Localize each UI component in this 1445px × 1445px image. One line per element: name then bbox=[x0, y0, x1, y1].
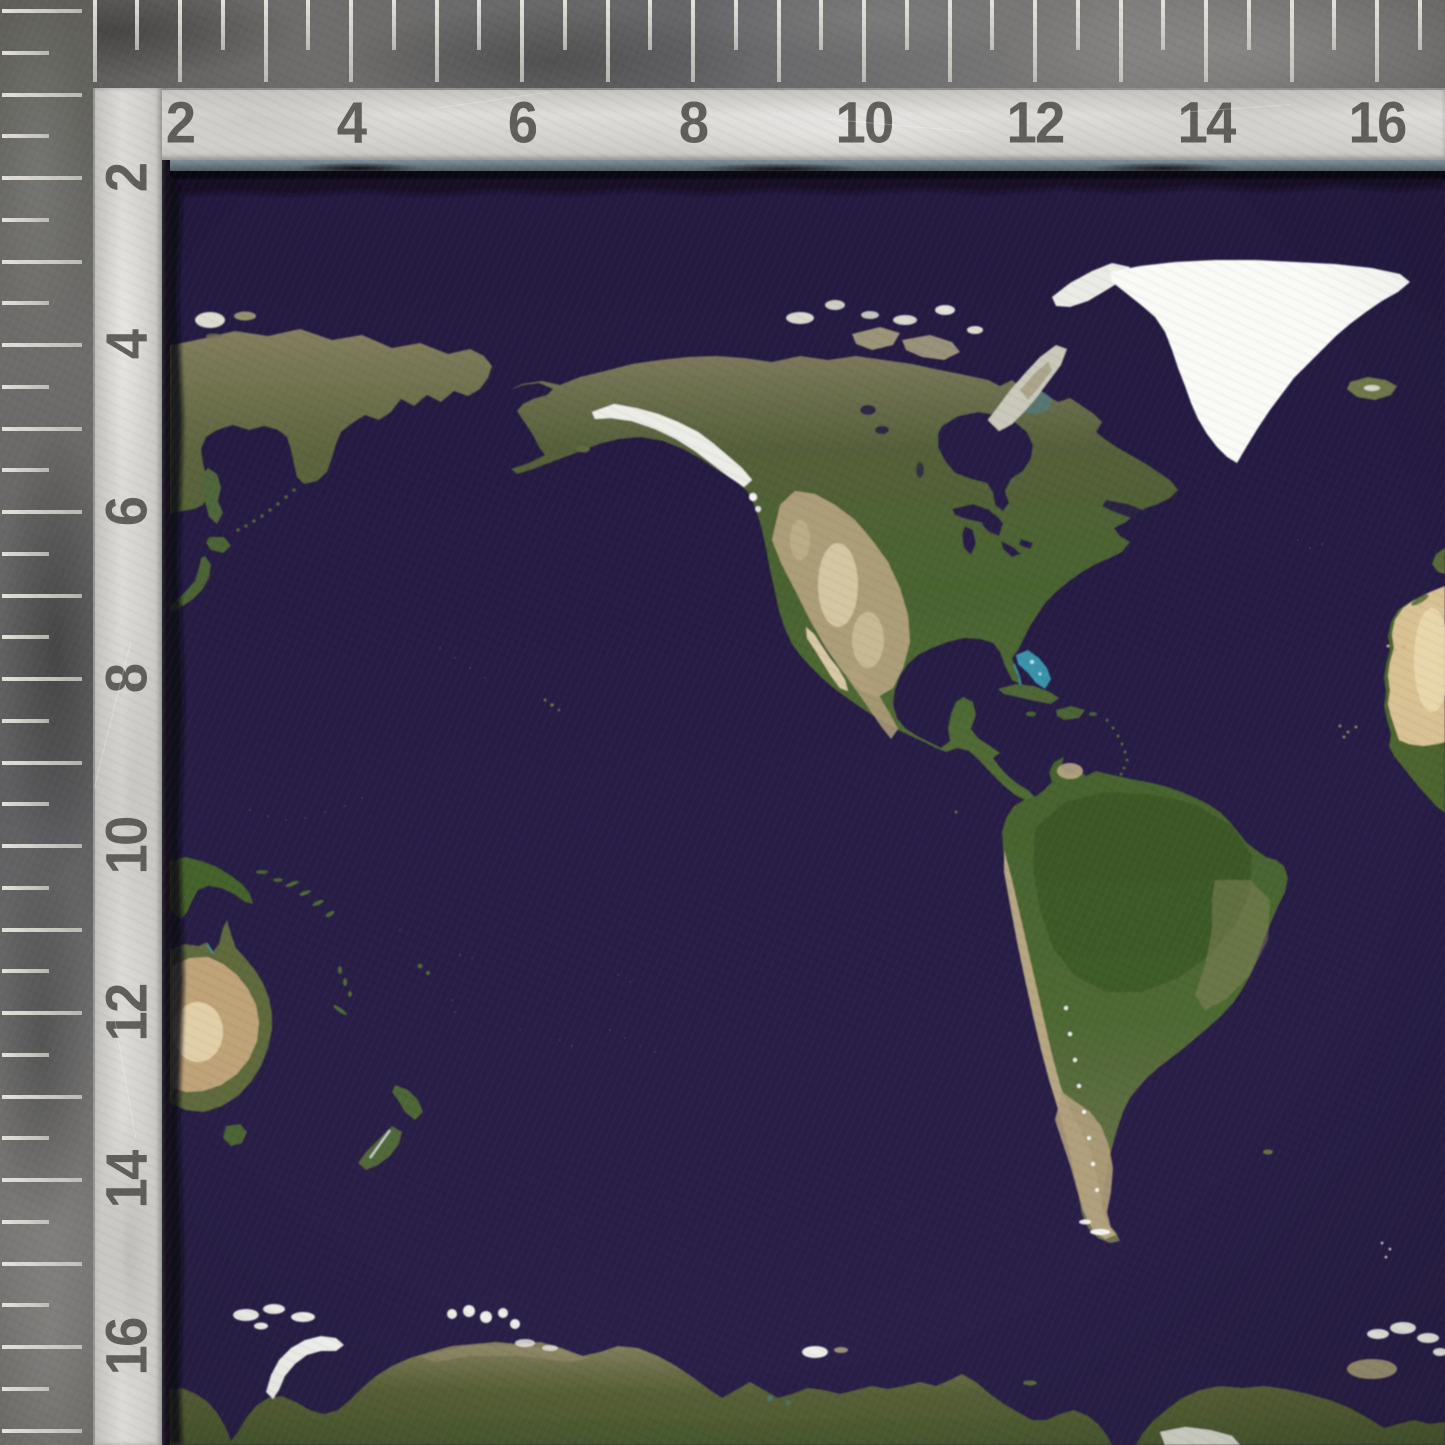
ruler-left-number: 14 bbox=[94, 1152, 161, 1209]
ruler-top-tick bbox=[435, 0, 439, 82]
ruler-left-tick bbox=[2, 51, 49, 55]
ruler-top-tick bbox=[264, 0, 268, 82]
ruler-top-number-strip bbox=[93, 88, 1445, 160]
ruler-top-number: 14 bbox=[1178, 90, 1235, 157]
ruler-left-tick bbox=[2, 1345, 82, 1349]
ruler-top-number: 16 bbox=[1349, 90, 1406, 157]
ruler-top-number: 8 bbox=[679, 90, 707, 157]
ruler-left-tick bbox=[2, 260, 82, 264]
ruler-top-tick bbox=[1161, 0, 1165, 50]
ruler-top-tick bbox=[1076, 0, 1080, 50]
ruler-left-number: 12 bbox=[94, 985, 161, 1042]
ruler-left-tick bbox=[2, 9, 82, 13]
ruler-top-tick bbox=[905, 0, 909, 50]
ruler-left-tick bbox=[2, 218, 49, 222]
ruler-top-tick bbox=[734, 0, 738, 50]
ruler-left-tick bbox=[2, 802, 49, 806]
photo-scene: CM 246810121416 246810121416 bbox=[0, 0, 1445, 1445]
ruler-left-tick bbox=[2, 1429, 82, 1433]
ruler-top-tick bbox=[1247, 0, 1251, 50]
ruler-left-number: 4 bbox=[94, 331, 161, 359]
ruler-left-tick bbox=[2, 427, 82, 431]
ruler-left-tick-band bbox=[0, 0, 93, 1445]
ruler-left-tick bbox=[2, 552, 49, 556]
ruler-left-tick bbox=[2, 1262, 82, 1266]
ruler-top-tick bbox=[563, 0, 567, 50]
ruler-left-tick bbox=[2, 928, 82, 932]
ruler-left-tick bbox=[2, 1303, 49, 1307]
ruler-top-tick bbox=[477, 0, 481, 50]
ruler-top-tick bbox=[1033, 0, 1037, 82]
ruler-top-tick bbox=[1290, 0, 1294, 82]
ruler-left-tick bbox=[2, 385, 49, 389]
ruler-top-number: 6 bbox=[508, 90, 536, 157]
ruler-top-tick bbox=[1418, 0, 1422, 50]
ruler-top-tick bbox=[1375, 0, 1379, 82]
ruler-left-tick bbox=[2, 134, 49, 138]
ruler-top-tick bbox=[349, 0, 353, 82]
ruler-top-tick bbox=[178, 0, 182, 82]
ruler-left-tick bbox=[2, 677, 82, 681]
ruler-top-number: 12 bbox=[1007, 90, 1064, 157]
ruler-top-tick bbox=[135, 0, 139, 50]
ruler-left-tick bbox=[2, 635, 49, 639]
ruler-left-tick bbox=[2, 761, 82, 765]
ruler-left-number: 2 bbox=[94, 164, 161, 192]
ruler-top-tick bbox=[990, 0, 994, 50]
ruler-left-tick bbox=[2, 1095, 82, 1099]
ruler-left-number: 8 bbox=[94, 665, 161, 693]
ruler-left-tick bbox=[2, 1011, 82, 1015]
ruler-left-tick bbox=[2, 176, 82, 180]
ruler-left-tick bbox=[2, 1387, 49, 1391]
ruler-top-tick bbox=[520, 0, 524, 82]
ruler-top-tick bbox=[777, 0, 781, 82]
ruler-top-number: 4 bbox=[337, 90, 365, 157]
ruler-left-tick bbox=[2, 594, 82, 598]
ruler-top-tick bbox=[819, 0, 823, 50]
ruler-top-tick bbox=[1119, 0, 1123, 82]
ruler-top-tick bbox=[606, 0, 610, 82]
ruler-left-number: 10 bbox=[94, 818, 161, 875]
ruler-left-tick bbox=[2, 886, 49, 890]
ruler-left-tick bbox=[2, 468, 49, 472]
ruler-top-tick bbox=[392, 0, 396, 50]
ruler-left-tick bbox=[2, 343, 82, 347]
ruler-top-tick bbox=[93, 0, 97, 82]
ruler-top-tick bbox=[862, 0, 866, 82]
ruler-left-tick bbox=[2, 844, 82, 848]
ruler-top-tick bbox=[648, 0, 652, 50]
ruler-left-number-strip bbox=[93, 88, 162, 1445]
ruler-top-tick bbox=[691, 0, 695, 82]
ruler-left-tick bbox=[2, 1136, 49, 1140]
ruler-left-tick bbox=[2, 969, 49, 973]
ruler-left-tick bbox=[2, 1178, 82, 1182]
ruler-top-tick-band bbox=[0, 0, 1445, 88]
ruler-top-tick bbox=[1332, 0, 1336, 50]
map-fabric bbox=[168, 168, 1445, 1445]
ruler-top-tick bbox=[1204, 0, 1208, 82]
ruler-top-number: 2 bbox=[166, 90, 194, 157]
ruler-left-tick bbox=[2, 510, 82, 514]
ruler-top-tick bbox=[221, 0, 225, 50]
ruler-top-tick bbox=[948, 0, 952, 82]
ruler-left-tick bbox=[2, 93, 82, 97]
ruler-top-tick bbox=[306, 0, 310, 50]
ruler-top-number: 10 bbox=[836, 90, 893, 157]
ruler-left-tick bbox=[2, 719, 49, 723]
ruler-left-tick bbox=[2, 1053, 49, 1057]
ruler-left-number: 16 bbox=[94, 1319, 161, 1376]
ruler-left-tick bbox=[2, 1220, 49, 1224]
ruler-left-tick bbox=[2, 301, 49, 305]
world-map bbox=[168, 168, 1445, 1445]
ruler-left-number: 6 bbox=[94, 498, 161, 526]
